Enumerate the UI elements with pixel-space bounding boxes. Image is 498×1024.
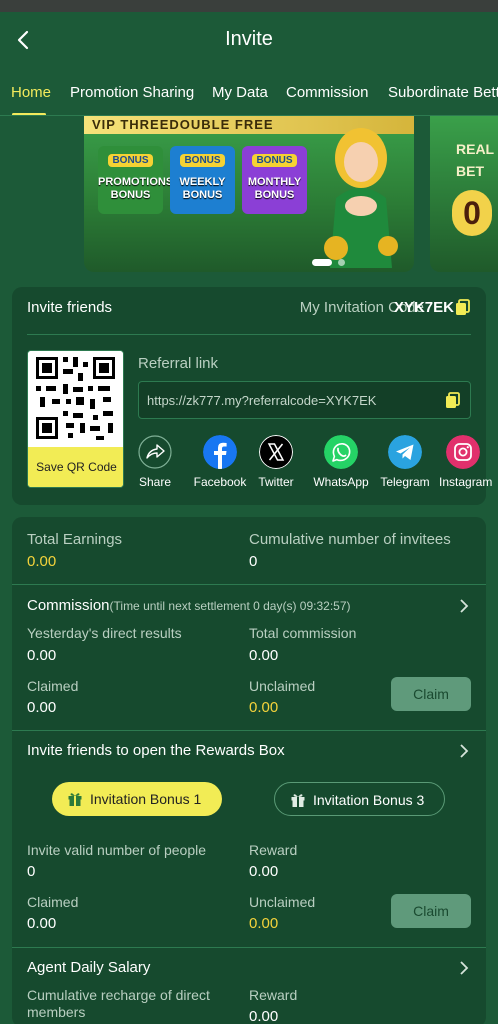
total-commission-label: Total commission <box>249 625 357 641</box>
yesterday-results-label: Yesterday's direct results <box>27 625 182 641</box>
total-commission-value: 0.00 <box>249 647 279 664</box>
total-earnings-label: Total Earnings <box>27 531 123 548</box>
valid-people-label: Invite valid number of people <box>27 842 206 858</box>
share-label: Facebook <box>193 475 247 489</box>
claim-reward-button[interactable]: Claim <box>391 894 471 928</box>
tab-bar: Home Promotion Sharing My Data Commissio… <box>0 68 498 116</box>
earnings-card: Total Earnings 0.00 Cumulative number of… <box>12 517 486 1024</box>
chevron-right-icon[interactable] <box>458 960 470 976</box>
instagram-icon <box>446 435 480 469</box>
share-label: WhatsApp <box>313 475 369 489</box>
divider <box>12 584 486 585</box>
divider <box>12 947 486 948</box>
unclaimed-value: 0.00 <box>249 915 279 932</box>
bonus-card-title: PROMOTIONS BONUS <box>98 176 174 201</box>
tab-subordinate-betting[interactable]: Subordinate Betting <box>388 84 498 101</box>
monthly-bonus-card: BONUS MONTHLY BONUS <box>242 146 307 214</box>
share-label: Instagram <box>439 475 493 489</box>
status-bar <box>0 0 498 12</box>
tab-commission[interactable]: Commission <box>286 84 369 101</box>
mascot-illustration <box>324 128 398 268</box>
settlement-countdown: (Time until next settlement 0 day(s) 09:… <box>109 599 351 613</box>
rewards-box-title[interactable]: Invite friends to open the Rewards Box <box>27 742 285 759</box>
yesterday-results-value: 0.00 <box>27 647 57 664</box>
carousel-dot-active[interactable] <box>312 259 332 266</box>
share-label: Twitter <box>258 475 294 489</box>
tab-my-data[interactable]: My Data <box>212 84 268 101</box>
unclaimed-label: Unclaimed <box>249 894 316 910</box>
weekly-bonus-card: BONUS WEEKLY BONUS <box>170 146 235 214</box>
divider <box>27 334 471 335</box>
invitees-value: 0 <box>249 553 258 570</box>
copy-code-icon[interactable] <box>455 299 470 316</box>
bonus-tab-label: Invitation Bonus 1 <box>90 791 202 807</box>
share-button[interactable]: Share <box>123 435 187 489</box>
salary-reward-label: Reward <box>249 987 298 1003</box>
gift-icon <box>291 794 305 807</box>
bonus-tag: BONUS <box>180 154 225 167</box>
commission-title: Commission <box>27 597 110 614</box>
tab-promotion-sharing[interactable]: Promotion Sharing <box>70 84 194 101</box>
share-icon <box>138 435 172 469</box>
chevron-right-icon[interactable] <box>458 743 470 759</box>
x-icon <box>259 435 293 469</box>
recharge-direct-members-label: Cumulative recharge of direct members <box>27 987 210 1020</box>
unclaimed-label: Unclaimed <box>249 678 316 694</box>
reward-value: 0.00 <box>249 863 279 880</box>
tab-home[interactable]: Home <box>11 84 51 101</box>
whatsapp-icon <box>324 435 358 469</box>
share-telegram-button[interactable]: Telegram <box>373 435 437 489</box>
invitees-label: Cumulative number of invitees <box>249 531 451 548</box>
copy-link-icon[interactable] <box>445 392 460 409</box>
bonus-tag: BONUS <box>252 154 297 167</box>
claim-commission-button[interactable]: Claim <box>391 677 471 711</box>
valid-people-value: 0 <box>27 863 36 880</box>
chevron-right-icon[interactable] <box>458 598 470 614</box>
facebook-icon <box>203 435 237 469</box>
bonus-card-title: MONTHLY BONUS <box>247 176 302 201</box>
carousel-dot[interactable] <box>338 259 345 266</box>
promotions-bonus-card: BONUS PROMOTIONS BONUS <box>98 146 174 214</box>
total-earnings-value: 0.00 <box>27 553 57 570</box>
referral-link-text: https://zk777.my?referralcode=XYK7EK <box>147 393 377 408</box>
invitation-bonus-1-tab[interactable]: Invitation Bonus 1 <box>52 782 222 816</box>
telegram-icon <box>388 435 422 469</box>
banner-carousel[interactable]: VIP THREEDOUBLE FREE BONUS PROMOTIONS BO… <box>0 116 498 276</box>
gift-icon <box>68 793 82 806</box>
agent-daily-salary-title[interactable]: Agent Daily Salary <box>27 959 150 976</box>
claimed-value: 0.00 <box>27 915 57 932</box>
claimed-label: Claimed <box>27 678 79 694</box>
qr-code-image <box>28 351 123 448</box>
page-title: Invite <box>225 28 273 50</box>
referral-link-field[interactable]: https://zk777.my?referralcode=XYK7EK <box>138 381 471 419</box>
invitation-code: XYK7EK <box>393 299 454 316</box>
invite-friends-card: Invite friends My Invitation Code XYK7EK <box>12 287 492 505</box>
share-facebook-button[interactable]: Facebook <box>188 435 252 489</box>
unclaimed-value: 0.00 <box>249 699 279 716</box>
share-instagram-button[interactable]: Instagram <box>433 435 493 489</box>
next-banner-text: REAL BET <box>456 141 494 179</box>
invite-title: Invite friends <box>27 299 113 316</box>
share-label: Telegram <box>380 475 430 489</box>
qr-code-box: Save QR Code <box>27 350 124 488</box>
header: Invite <box>0 12 498 68</box>
bonus-card-title: WEEKLY BONUS <box>179 176 226 201</box>
share-label: Share <box>138 475 172 489</box>
next-banner-value: 0 <box>452 190 492 236</box>
bonus-tag: BONUS <box>108 154 153 167</box>
promo-banner[interactable]: VIP THREEDOUBLE FREE BONUS PROMOTIONS BO… <box>84 116 414 272</box>
commission-section-header[interactable]: Commission(Time until next settlement 0 … <box>27 597 351 614</box>
bonus-tab-label: Invitation Bonus 3 <box>313 792 425 808</box>
claimed-value: 0.00 <box>27 699 57 716</box>
divider <box>12 730 486 731</box>
invitation-bonus-3-tab[interactable]: Invitation Bonus 3 <box>274 782 445 816</box>
save-qr-code-button[interactable]: Save QR Code <box>28 447 123 487</box>
salary-reward-value: 0.00 <box>249 1008 279 1024</box>
next-promo-banner[interactable]: REAL BET 0 <box>430 116 498 272</box>
referral-link-label: Referral link <box>138 355 219 372</box>
share-twitter-button[interactable]: Twitter <box>244 435 308 489</box>
share-whatsapp-button[interactable]: WhatsApp <box>309 435 373 489</box>
reward-label: Reward <box>249 842 298 858</box>
claimed-label: Claimed <box>27 894 79 910</box>
